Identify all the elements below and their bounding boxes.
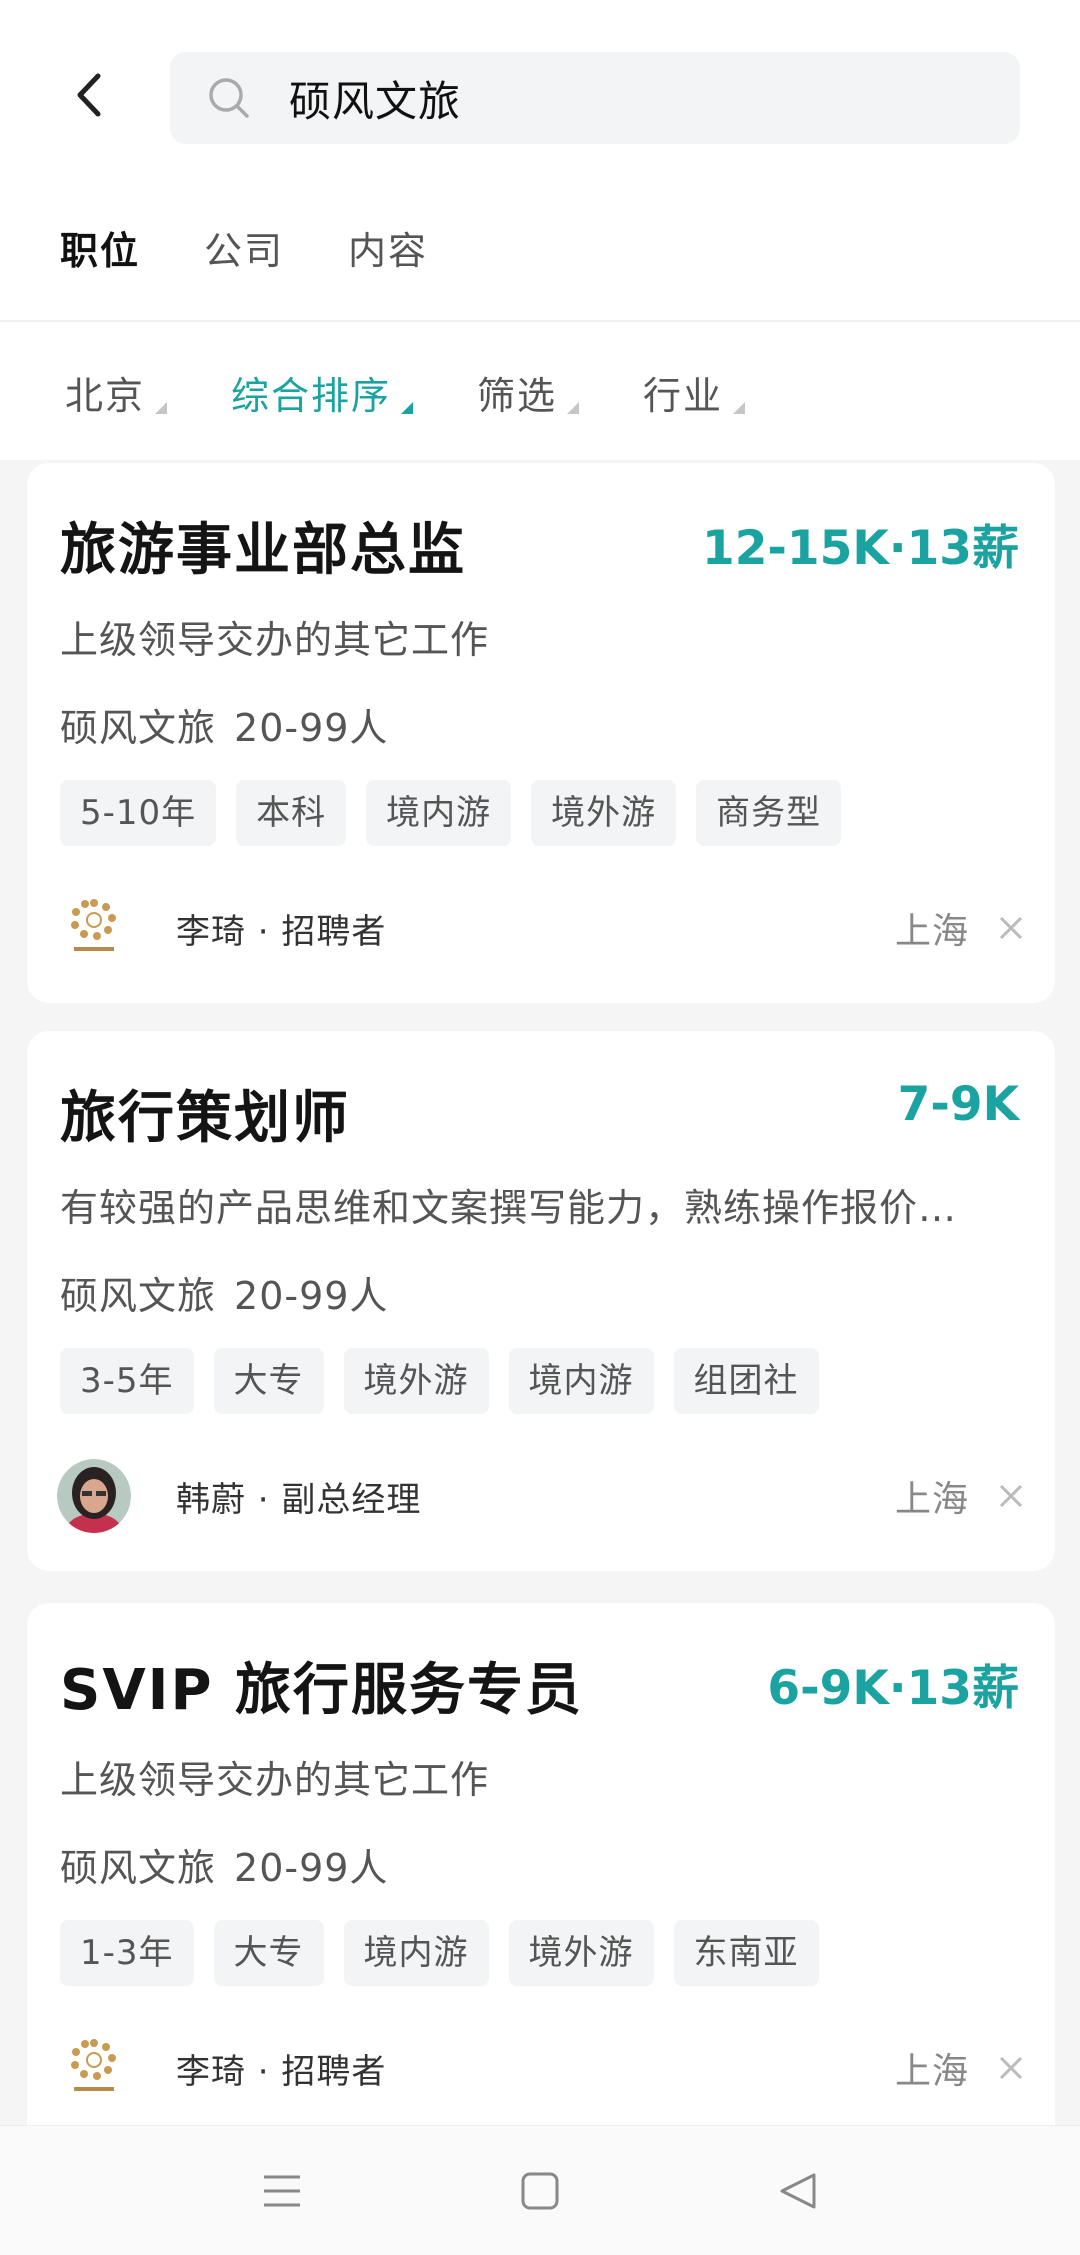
dropdown-triangle-icon: [733, 402, 746, 414]
job-tags: 5-10年 本科 境内游 境外游 商务型: [60, 780, 842, 846]
job-tag: 大专: [213, 1348, 324, 1414]
job-tag: 境外游: [531, 780, 677, 846]
recruiter-row: 李琦 · 招聘者 上海: [57, 2028, 1027, 2108]
recruiter-name: 韩蔚 · 副总经理: [176, 1479, 422, 1520]
job-tag: 境内游: [508, 1348, 654, 1414]
filter-screen-label: 筛选: [477, 374, 558, 418]
job-tag: 东南亚: [673, 1920, 819, 1986]
job-tags: 1-3年 大专 境内游 境外游 东南亚: [60, 1920, 819, 1986]
job-card[interactable]: 旅行策划师 7-9K 有较强的产品思维和文案撰写能力，熟练操作报价… 硕风文旅 2…: [27, 1031, 1055, 1571]
company-size: 20-99人: [234, 1846, 389, 1890]
tab-companies[interactable]: 公司: [204, 220, 284, 275]
job-search-page: 硕风文旅 职位 公司 内容 北京 综合排序 筛选 行业 旅游事业部总监 12-1…: [0, 0, 1080, 2255]
close-icon[interactable]: [995, 1480, 1027, 1512]
dropdown-triangle-icon: [155, 402, 168, 414]
job-city: 上海: [894, 2051, 969, 2092]
job-description: 上级领导交办的其它工作: [60, 618, 490, 662]
job-tag: 境内游: [343, 1920, 489, 1986]
company-info: 硕风文旅 20-99人: [60, 697, 388, 752]
filter-city-label: 北京: [65, 374, 146, 418]
job-tag: 大专: [213, 1920, 324, 1986]
back-nav-button[interactable]: [763, 2156, 833, 2226]
job-description: 有较强的产品思维和文案撰写能力，熟练操作报价…: [60, 1186, 958, 1230]
filter-city[interactable]: 北京: [65, 365, 168, 420]
system-navigation-bar: [0, 2125, 1080, 2255]
company-info: 硕风文旅 20-99人: [60, 1837, 388, 1892]
tab-jobs[interactable]: 职位: [60, 220, 140, 275]
job-city: 上海: [894, 911, 969, 952]
avatar: [57, 1459, 131, 1533]
back-button[interactable]: [55, 60, 125, 130]
filter-bar: 北京 综合排序 筛选 行业: [65, 365, 746, 420]
company-name: 硕风文旅: [60, 1846, 217, 1890]
menu-button[interactable]: [247, 2156, 317, 2226]
job-tags: 3-5年 大专 境外游 境内游 组团社: [60, 1348, 819, 1414]
company-logo-icon: [57, 2031, 131, 2105]
recruiter-name: 李琦 · 招聘者: [176, 2051, 387, 2092]
job-tag: 本科: [236, 780, 347, 846]
job-tag: 境外游: [343, 1348, 489, 1414]
job-title: 旅游事业部总监: [60, 518, 466, 583]
job-title: 旅行策划师: [60, 1086, 350, 1151]
home-button[interactable]: [505, 2156, 575, 2226]
job-city: 上海: [894, 1479, 969, 1520]
job-card[interactable]: 旅游事业部总监 12-15K·13薪 上级领导交办的其它工作 硕风文旅 20-99…: [27, 463, 1055, 1003]
job-tag: 3-5年: [60, 1348, 194, 1414]
dropdown-triangle-icon: [401, 402, 414, 414]
job-tag: 5-10年: [60, 780, 217, 846]
menu-icon: [264, 2175, 300, 2207]
dropdown-triangle-icon: [567, 402, 580, 414]
recruiter-row: 韩蔚 · 副总经理 上海: [57, 1456, 1027, 1536]
divider: [0, 320, 1080, 322]
close-icon[interactable]: [995, 912, 1027, 944]
company-name: 硕风文旅: [60, 1274, 217, 1318]
tab-content[interactable]: 内容: [348, 220, 428, 275]
company-name: 硕风文旅: [60, 706, 217, 750]
job-salary: 7-9K: [897, 1077, 1019, 1132]
close-icon[interactable]: [995, 2052, 1027, 2084]
search-query[interactable]: 硕风文旅: [289, 68, 461, 129]
company-logo-icon: [57, 891, 131, 965]
job-title: SVIP 旅行服务专员: [60, 1658, 584, 1723]
job-tag: 境内游: [366, 780, 512, 846]
job-tag: 1-3年: [60, 1920, 194, 1986]
result-type-tabs: 职位 公司 内容: [60, 220, 428, 275]
filter-screen[interactable]: 筛选: [477, 365, 580, 420]
filter-sort-label: 综合排序: [231, 374, 392, 418]
filter-industry[interactable]: 行业: [643, 365, 746, 420]
header: 硕风文旅 职位 公司 内容 北京 综合排序 筛选 行业: [0, 0, 1080, 460]
back-triangle-icon: [780, 2173, 816, 2209]
recruiter-row: 李琦 · 招聘者 上海: [57, 888, 1027, 968]
filter-sort[interactable]: 综合排序: [231, 365, 414, 420]
home-square-icon: [521, 2172, 559, 2210]
job-card[interactable]: SVIP 旅行服务专员 6-9K·13薪 上级领导交办的其它工作 硕风文旅 20-…: [27, 1603, 1055, 2125]
company-size: 20-99人: [234, 706, 389, 750]
company-info: 硕风文旅 20-99人: [60, 1265, 388, 1320]
company-size: 20-99人: [234, 1274, 389, 1318]
job-description: 上级领导交办的其它工作: [60, 1758, 490, 1802]
job-salary: 6-9K·13薪: [767, 1661, 1019, 1716]
filter-industry-label: 行业: [643, 374, 724, 418]
job-tag: 组团社: [673, 1348, 819, 1414]
recruiter-name: 李琦 · 招聘者: [176, 911, 387, 952]
back-arrow-icon: [77, 73, 101, 117]
job-salary: 12-15K·13薪: [702, 521, 1019, 576]
job-tag: 境外游: [508, 1920, 654, 1986]
search-icon: [205, 74, 253, 122]
search-bar[interactable]: 硕风文旅: [170, 52, 1020, 144]
job-tag: 商务型: [696, 780, 842, 846]
